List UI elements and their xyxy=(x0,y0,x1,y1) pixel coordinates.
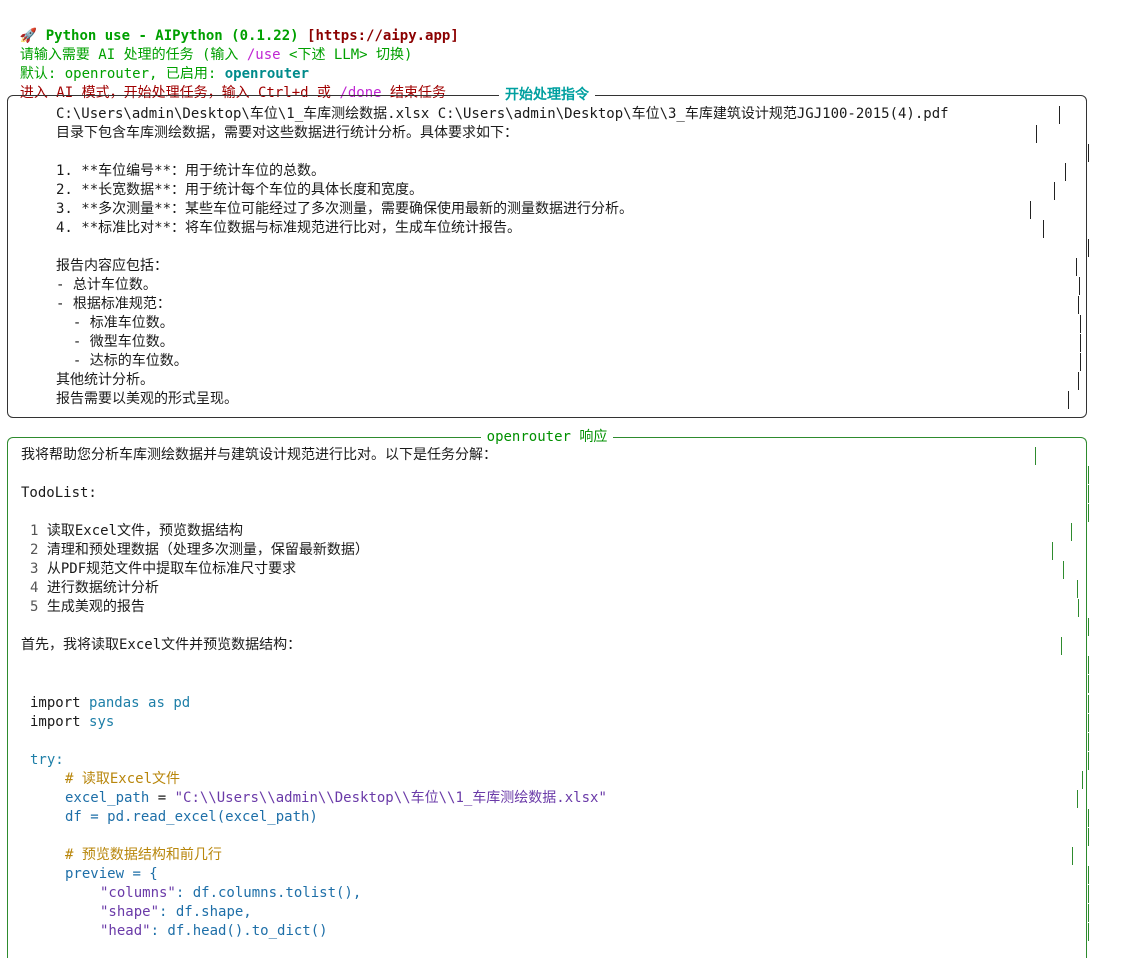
todo-heading: TodoList: xyxy=(21,485,97,501)
code-line: "shape": df.shape, xyxy=(100,904,252,920)
instruction-line: 报告内容应包括： xyxy=(56,258,168,274)
panel-margin-mark xyxy=(1088,144,1089,162)
panel-margin-mark xyxy=(1088,885,1089,903)
instruction-line: 报告需要以美观的形式呈现。 xyxy=(56,391,238,407)
todo-item: 2 清理和预处理数据（处理多次测量，保留最新数据） xyxy=(30,542,369,558)
panel-margin-mark xyxy=(1061,637,1062,655)
first-step-text: 首先，我将读取Excel文件并预览数据结构： xyxy=(21,637,302,653)
panel-margin-mark xyxy=(1088,485,1089,503)
code-line: df = pd.read_excel(excel_path) xyxy=(65,809,318,825)
panel-margin-mark xyxy=(1078,296,1079,314)
panel-margin-mark xyxy=(1088,828,1089,846)
panel-margin-mark xyxy=(1043,220,1044,238)
code-line: import sys xyxy=(30,714,115,730)
panel-margin-mark xyxy=(1088,904,1089,922)
instruction-line: - 标准车位数。 xyxy=(56,315,174,331)
panel-margin-mark xyxy=(1078,599,1079,617)
response-panel-title: openrouter 响应 xyxy=(480,429,614,445)
panel-margin-mark xyxy=(1063,561,1064,579)
panel-margin-mark xyxy=(1068,391,1069,409)
panel-margin-mark xyxy=(1088,656,1089,674)
panel-margin-mark xyxy=(1072,847,1073,865)
panel-margin-mark xyxy=(1088,866,1089,884)
code-line: preview = { xyxy=(65,866,158,882)
panel-margin-mark xyxy=(1059,106,1060,124)
panel-margin-mark xyxy=(1088,752,1089,770)
panel-margin-mark xyxy=(1088,675,1089,693)
panel-margin-mark xyxy=(1080,334,1081,352)
mode-line: 进入 AI 模式，开始处理任务，输入 Ctrl+d 或 /done 结束任务 xyxy=(19,85,447,101)
panel-margin-mark xyxy=(1088,733,1089,751)
panel-margin-mark xyxy=(1080,353,1081,371)
panel-margin-mark xyxy=(1071,523,1072,541)
panel-margin-mark xyxy=(1088,923,1089,941)
panel-margin-mark xyxy=(1065,163,1066,181)
panel-margin-mark xyxy=(1088,809,1089,827)
code-line: import pandas as pd xyxy=(30,695,191,711)
code-line: try: xyxy=(30,752,64,768)
panel-margin-mark xyxy=(1088,239,1089,257)
instruction-line: 其他统计分析。 xyxy=(56,372,154,388)
instruction-line: 4. **标准比对**：将车位数据与标准规范进行比对，生成车位统计报告。 xyxy=(56,220,521,236)
code-line: excel_path = "C:\\Users\\admin\\Desktop\… xyxy=(65,790,607,806)
header-title-line: 🚀 Python use - AIPython (0.1.22) [https:… xyxy=(3,8,459,44)
code-comment: # 读取Excel文件 xyxy=(65,771,181,787)
panel-margin-mark xyxy=(1080,315,1081,333)
panel-margin-mark xyxy=(1078,372,1079,390)
panel-margin-mark xyxy=(1082,771,1083,789)
instruction-panel: 开始处理指令 C:\Users\admin\Desktop\车位\1_车库测绘数… xyxy=(7,87,1089,418)
panel-margin-mark xyxy=(1088,695,1089,713)
panel-margin-mark xyxy=(1036,125,1037,143)
todo-item: 3 从PDF规范文件中提取车位标准尺寸要求 xyxy=(30,561,297,577)
panel-margin-mark xyxy=(1077,790,1078,808)
instruction-line: - 根据标准规范： xyxy=(56,296,171,312)
instruction-line: 2. **长宽数据**：用于统计每个车位的具体长度和宽度。 xyxy=(56,182,423,198)
panel-margin-mark xyxy=(1088,714,1089,732)
panel-margin-mark xyxy=(1052,542,1053,560)
code-line: "head": df.head().to_dict() xyxy=(100,923,328,939)
instruction-line: - 达标的车位数。 xyxy=(56,353,188,369)
instruction-line: - 总计车位数。 xyxy=(56,277,157,293)
code-line: "columns": df.columns.tolist(), xyxy=(100,885,362,901)
panel-margin-mark xyxy=(1079,277,1080,295)
panel-margin-mark xyxy=(1088,618,1089,636)
panel-margin-mark xyxy=(1035,447,1036,465)
prompt-line: 请输入需要 AI 处理的任务 (输入 /use <下述 LLM> 切换) xyxy=(19,47,413,63)
code-comment: # 预览数据结构和前几行 xyxy=(65,847,222,863)
panel-margin-mark xyxy=(1076,258,1077,276)
todo-item: 4 进行数据统计分析 xyxy=(30,580,159,596)
panel-margin-mark xyxy=(1088,466,1089,484)
response-panel: openrouter 响应 我将帮助您分析车库测绘数据并与建筑设计规范进行比对。… xyxy=(7,429,1089,958)
todo-item: 5 生成美观的报告 xyxy=(30,599,145,615)
instruction-line: - 微型车位数。 xyxy=(56,334,174,350)
instruction-line: C:\Users\admin\Desktop\车位\1_车库测绘数据.xlsx … xyxy=(56,106,949,122)
default-line: 默认: openrouter, 已启用: openrouter xyxy=(19,66,310,82)
panel-margin-mark xyxy=(1054,182,1055,200)
panel-margin-mark xyxy=(1077,580,1078,598)
instruction-panel-title: 开始处理指令 xyxy=(499,87,595,103)
panel-margin-mark xyxy=(1030,201,1031,219)
todo-item: 1 读取Excel文件，预览数据结构 xyxy=(30,523,244,539)
instruction-line: 3. **多次测量**：某些车位可能经过了多次测量，需要确保使用最新的测量数据进… xyxy=(56,201,633,217)
instruction-line: 目录下包含车库测绘数据，需要对这些数据进行统计分析。具体要求如下： xyxy=(56,125,518,141)
panel-margin-mark xyxy=(1088,504,1089,522)
response-intro: 我将帮助您分析车库测绘数据并与建筑设计规范进行比对。以下是任务分解： xyxy=(21,447,497,463)
instruction-line: 1. **车位编号**：用于统计车位的总数。 xyxy=(56,163,326,179)
